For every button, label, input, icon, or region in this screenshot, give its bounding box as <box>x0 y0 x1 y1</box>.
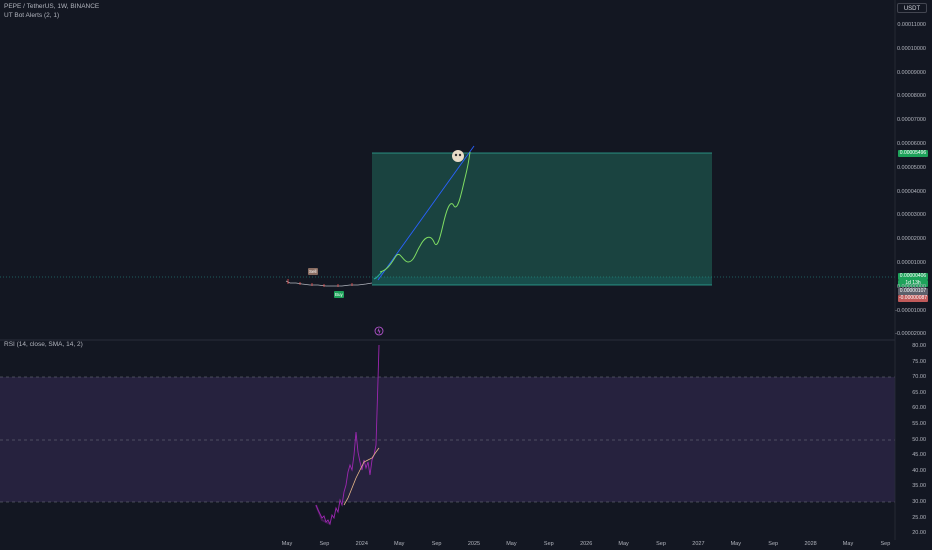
time-axis-label: May <box>842 541 854 547</box>
price-axis-label: 0.00002000 <box>896 236 926 243</box>
time-axis-label: Sep <box>880 541 891 547</box>
time-axis-label: 2028 <box>804 541 817 547</box>
rsi-axis-label: 25.00 <box>912 514 926 521</box>
price-axis-label: -0.00002000 <box>895 331 926 338</box>
price-axis-label: 0.00003000 <box>896 212 926 219</box>
rsi-axis-label: 70.00 <box>912 374 926 381</box>
price-axis-label: 0.00009000 <box>896 69 926 76</box>
price-axis-label: 0.00010000 <box>896 45 926 52</box>
rsi-axis-label: 30.00 <box>912 499 926 505</box>
time-axis-label: May <box>618 541 629 547</box>
time-axis-label: May <box>506 541 517 547</box>
price-series <box>285 280 373 287</box>
price-axis-label: 0.00011000 <box>897 22 926 28</box>
time-axis-label: Sep <box>431 541 442 547</box>
sell-signal-badge: Sell <box>308 268 318 275</box>
rsi-axis-label: 45.00 <box>912 452 926 459</box>
time-axis-label: 2027 <box>692 541 705 547</box>
price-axis-label: -0.00001000 <box>895 307 926 314</box>
indicator-title[interactable]: UT Bot Alerts (2, 1) <box>4 12 59 19</box>
stop-price-tag: -0.00000087 <box>898 295 928 302</box>
chart-canvas[interactable] <box>0 0 932 550</box>
target-zone <box>372 153 712 277</box>
time-axis-label: 2024 <box>355 541 368 547</box>
price-axis-label: 0.00000000 <box>896 283 926 290</box>
time-axis-label: May <box>281 541 293 547</box>
rsi-axis-label: 75.00 <box>912 358 926 365</box>
rocket-icon <box>452 150 464 162</box>
time-axis-label: May <box>730 541 741 547</box>
buy-signal-badge: Buy <box>334 291 344 298</box>
time-axis-label: Sep <box>656 541 666 547</box>
price-axis-label: 0.00007000 <box>896 117 926 124</box>
rsi-axis-label: 60.00 <box>912 405 926 412</box>
price-axis-label: 0.00004000 <box>896 188 926 195</box>
rsi-axis-label: 50.00 <box>912 436 926 443</box>
price-axis-label: 0.00001000 <box>896 260 926 266</box>
rsi-axis-label: 55.00 <box>912 421 926 427</box>
target-price-tag: 0.00005496 <box>898 150 928 157</box>
symbol-title[interactable]: PEPE / TetherUS, 1W, BINANCE <box>4 3 99 10</box>
time-axis-label: Sep <box>768 541 779 547</box>
rsi-axis-label: 20.00 <box>912 530 926 537</box>
rsi-axis-label: 80.00 <box>912 343 926 349</box>
time-axis-label: Sep <box>543 541 554 547</box>
time-axis-label: Sep <box>319 541 330 547</box>
rsi-axis-label: 40.00 <box>912 467 926 474</box>
time-axis-label: 2026 <box>580 541 593 547</box>
current-price-tag: 0.00000406 <box>898 273 928 280</box>
rsi-axis-label: 65.00 <box>912 389 926 396</box>
rsi-title[interactable]: RSI (14, close, SMA, 14, 2) <box>4 341 83 348</box>
rsi-axis-label: 35.00 <box>912 483 926 490</box>
rsi-band <box>0 377 895 502</box>
time-axis-label: May <box>393 541 405 547</box>
time-axis-label: 2025 <box>467 541 481 547</box>
price-axis-label: 0.00008000 <box>896 93 926 100</box>
currency-button[interactable]: USDT <box>897 3 927 13</box>
price-axis-label: 0.00006000 <box>896 141 926 147</box>
price-axis-label: 0.00005000 <box>896 164 926 171</box>
entry-zone <box>372 277 712 285</box>
